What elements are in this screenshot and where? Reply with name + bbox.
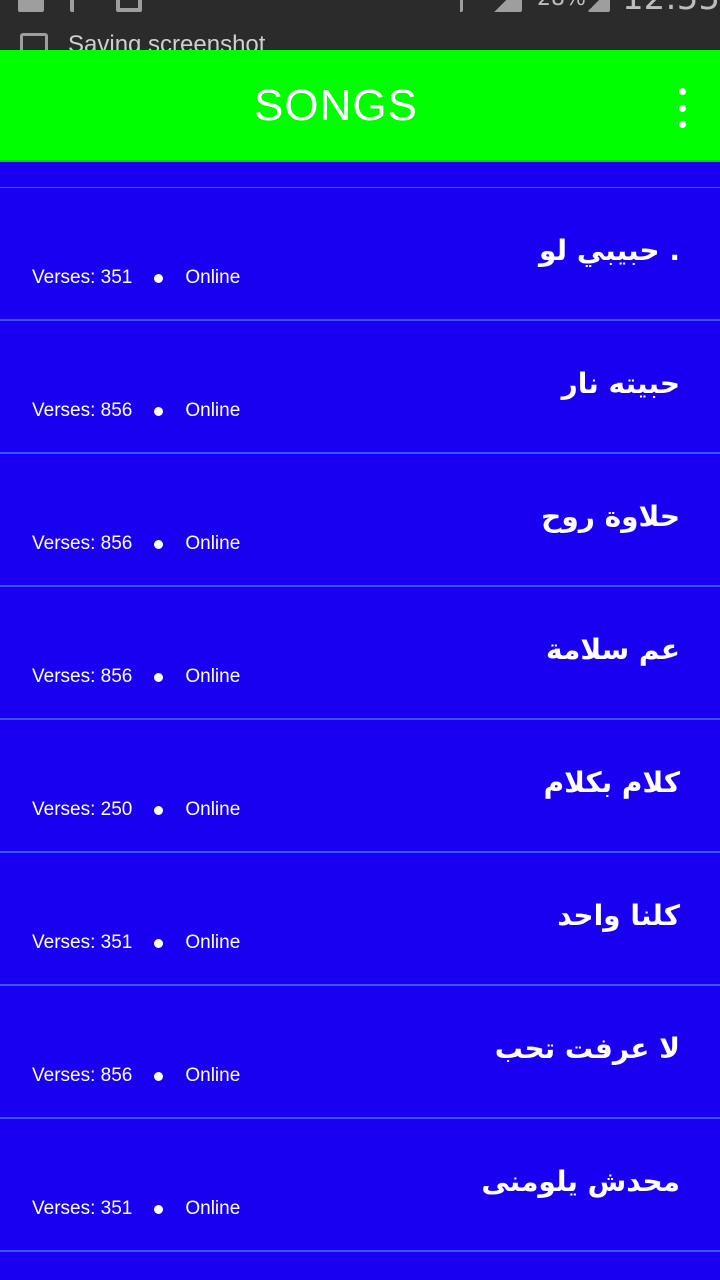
song-meta: Verses: 351 Online <box>32 1198 240 1220</box>
online-status: Online <box>185 1065 241 1086</box>
bullet-icon <box>154 672 164 682</box>
song-title: عم سلامة <box>546 633 680 666</box>
list-item[interactable]: حلاوة روح Verses: 856 Online <box>0 454 720 587</box>
song-meta: Verses: 856 Online <box>32 400 240 422</box>
app-bar: SONGS <box>0 50 720 162</box>
list-item[interactable]: حبيته نار Verses: 856 Online <box>0 321 720 454</box>
song-title: كلام بكلام <box>543 766 680 799</box>
song-title: محدش يلومنى <box>481 1165 680 1198</box>
song-title: حبيته نار <box>561 367 680 400</box>
verses-count: Verses: 250 <box>32 799 133 820</box>
song-meta: Verses: 856 Online <box>32 666 240 688</box>
data-transfer-icon <box>442 0 463 12</box>
song-meta: Verses: 351 Online <box>32 932 240 954</box>
bullet-icon <box>154 1071 164 1081</box>
verses-count: Verses: 856 <box>32 1065 133 1086</box>
online-status: Online <box>185 1198 241 1219</box>
image-icon <box>20 33 48 50</box>
notification-ticker: Saving screenshot <box>20 30 265 50</box>
list-item[interactable]: محدش يلومنى Verses: 351 Online <box>0 1119 720 1252</box>
verses-count: Verses: 856 <box>32 533 133 554</box>
online-status: Online <box>185 666 241 687</box>
overflow-menu-icon[interactable] <box>672 88 692 128</box>
screenshot-icon <box>116 0 142 12</box>
list-item[interactable]: . حبيبي لو Verses: 351 Online <box>0 188 720 321</box>
battery-percent: 28% <box>537 0 586 11</box>
bullet-icon <box>154 1204 164 1214</box>
notification-text: Saving screenshot <box>68 31 266 50</box>
bullet-icon <box>154 938 164 948</box>
online-status: Online <box>185 267 241 288</box>
song-title: . حبيبي لو <box>539 234 680 267</box>
verses-count: Verses: 351 <box>32 932 133 953</box>
signal-icon <box>490 0 522 12</box>
song-list: . حبيبي لو Verses: 351 Online حبيته نار … <box>0 162 720 1252</box>
notification-icon <box>18 0 44 12</box>
status-bar: 28% 12:55 Saving screenshot <box>0 0 720 50</box>
song-meta: Verses: 856 Online <box>32 533 240 555</box>
list-item[interactable]: عم سلامة Verses: 856 Online <box>0 587 720 720</box>
list-divider <box>0 162 720 188</box>
bullet-icon <box>154 406 164 416</box>
song-meta: Verses: 856 Online <box>32 1065 240 1087</box>
page-title: SONGS <box>254 81 418 130</box>
clock: 12:55 <box>622 0 720 18</box>
song-meta: Verses: 250 Online <box>32 799 240 821</box>
song-title: كلنا واحد <box>557 899 680 932</box>
verses-count: Verses: 351 <box>32 267 133 288</box>
online-status: Online <box>185 799 241 820</box>
verses-count: Verses: 856 <box>32 400 133 421</box>
battery-icon <box>588 0 610 12</box>
online-status: Online <box>185 932 241 953</box>
song-meta: Verses: 351 Online <box>32 267 240 289</box>
online-status: Online <box>185 400 241 421</box>
usb-icon <box>70 0 94 12</box>
bullet-icon <box>154 805 164 815</box>
list-item[interactable]: كلام بكلام Verses: 250 Online <box>0 720 720 853</box>
verses-count: Verses: 856 <box>32 666 133 687</box>
song-title: حلاوة روح <box>541 500 680 533</box>
verses-count: Verses: 351 <box>32 1198 133 1219</box>
list-item[interactable]: كلنا واحد Verses: 351 Online <box>0 853 720 986</box>
online-status: Online <box>185 533 241 554</box>
bullet-icon <box>154 273 164 283</box>
bullet-icon <box>154 539 164 549</box>
song-title: لا عرفت تحب <box>494 1032 680 1065</box>
list-item[interactable]: لا عرفت تحب Verses: 856 Online <box>0 986 720 1119</box>
